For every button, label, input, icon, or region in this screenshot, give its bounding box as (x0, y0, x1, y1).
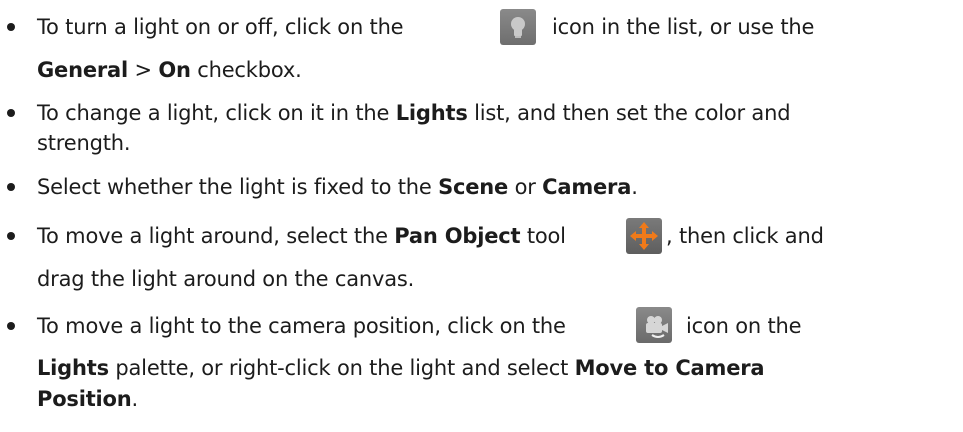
move-to-camera-icon (636, 307, 672, 343)
line: To turn a light on or off, click on the (37, 14, 404, 40)
bullet (7, 232, 15, 240)
text: , then click and (666, 224, 824, 248)
line: General > On checkbox. (37, 57, 302, 83)
line: Select whether the light is fixed to the… (37, 174, 638, 200)
line: icon on the (686, 313, 802, 339)
ui-term: Move to Camera (574, 356, 765, 380)
line: Position. (37, 386, 138, 412)
text: To turn a light on or off, click on the (37, 15, 404, 39)
line: To change a light, click on it in the Li… (37, 100, 791, 126)
text: To change a light, click on it in the (37, 101, 396, 125)
line: To move a light around, select the Pan O… (37, 223, 566, 249)
ui-term: Scene (438, 175, 509, 199)
ui-term: Pan Object (394, 224, 521, 248)
text: . (631, 175, 638, 199)
ui-term: On (158, 58, 191, 82)
ui-term: Camera (542, 175, 632, 199)
text: palette, or right-click on the light and… (108, 356, 575, 380)
ui-term: General (37, 58, 128, 82)
line: To move a light to the camera position, … (37, 313, 566, 339)
ui-term: Lights (395, 101, 468, 125)
bullet (7, 322, 15, 330)
text: To move a light around, select the (37, 224, 395, 248)
text: > (128, 58, 159, 82)
text: or (508, 175, 543, 199)
line: strength. (37, 130, 131, 156)
text: list, and then set the color and (467, 101, 791, 125)
light-bulb-icon (500, 9, 536, 45)
line: icon in the list, or use the (552, 14, 814, 40)
text: tool (520, 224, 566, 248)
line: Lights palette, or right-click on the li… (37, 355, 765, 381)
ui-term: Lights (37, 356, 109, 380)
bullet (7, 23, 15, 31)
text: strength. (37, 131, 131, 155)
text: drag the light around on the canvas. (37, 267, 415, 291)
text: Select whether the light is fixed to the (37, 175, 439, 199)
text: . (131, 387, 139, 411)
ui-term: Position (37, 387, 132, 411)
bullet (7, 109, 15, 117)
text: To move a light to the camera position, … (37, 314, 566, 338)
pan-object-icon (626, 218, 662, 254)
text: icon in the list, or use the (552, 15, 815, 39)
text: icon on the (686, 314, 802, 338)
line: , then click and (666, 223, 824, 249)
text: checkbox. (190, 58, 302, 82)
bullet (7, 183, 15, 191)
line: drag the light around on the canvas. (37, 266, 414, 292)
